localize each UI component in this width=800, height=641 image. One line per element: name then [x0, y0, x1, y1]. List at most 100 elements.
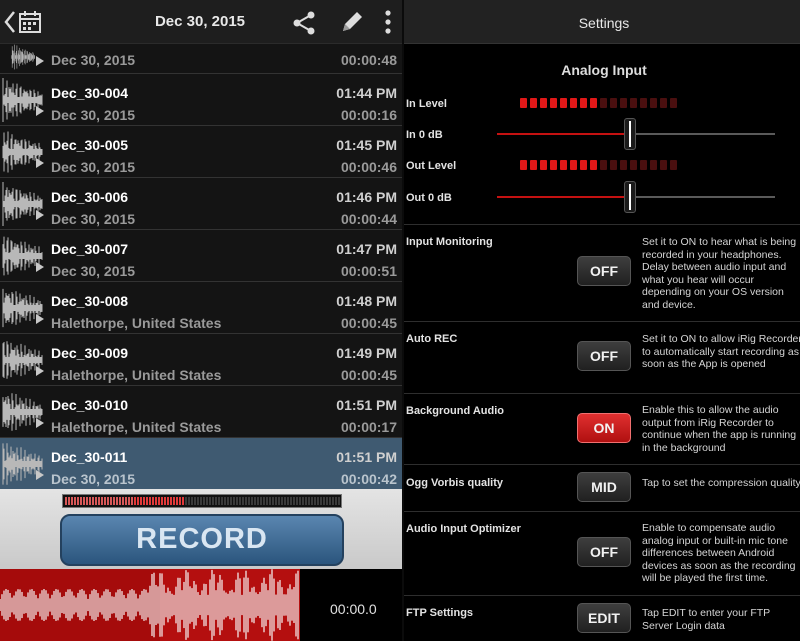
- waveform-graphic: [0, 569, 299, 641]
- divider: [404, 511, 800, 512]
- recording-row[interactable]: Dec_30-004 Dec 30, 2015 01:44 PM 00:00:16: [0, 74, 404, 126]
- meter-segment: [224, 497, 226, 505]
- meter-segment: [260, 497, 262, 505]
- level-led: [540, 160, 547, 170]
- meter-segment: [65, 497, 67, 505]
- out-gain-label: Out 0 dB: [406, 192, 452, 204]
- recording-name: Dec_30-010: [51, 397, 129, 413]
- play-icon[interactable]: [36, 418, 44, 428]
- meter-segment: [131, 497, 133, 505]
- meter-segment: [140, 497, 142, 505]
- meter-segment: [254, 497, 256, 505]
- play-icon[interactable]: [36, 158, 44, 168]
- meter-segment: [296, 497, 298, 505]
- setting-toggle-button[interactable]: OFF: [577, 341, 631, 371]
- setting-toggle-button[interactable]: MID: [577, 472, 631, 502]
- pencil-icon[interactable]: [339, 9, 365, 35]
- recording-row[interactable]: Dec_30-005 Dec 30, 2015 01:45 PM 00:00:46: [0, 126, 404, 178]
- recording-duration: 00:00:45: [340, 367, 397, 383]
- setting-toggle-button[interactable]: ON: [577, 413, 631, 443]
- recording-duration: 00:00:45: [340, 315, 397, 331]
- recording-name: Dec_30-009: [51, 345, 129, 361]
- setting-toggle-button[interactable]: EDIT: [577, 603, 631, 633]
- recording-time: 01:45 PM: [336, 137, 397, 153]
- level-led: [550, 160, 557, 170]
- level-led: [610, 98, 617, 108]
- meter-segment: [329, 497, 331, 505]
- meter-segment: [281, 497, 283, 505]
- meter-segment: [92, 497, 94, 505]
- meter-segment: [197, 497, 199, 505]
- meter-segment: [209, 497, 211, 505]
- meter-segment: [290, 497, 292, 505]
- play-icon[interactable]: [36, 106, 44, 116]
- meter-segment: [284, 497, 286, 505]
- share-icon[interactable]: [291, 10, 317, 36]
- meter-segment: [74, 497, 76, 505]
- recording-time: 01:51 PM: [336, 449, 397, 465]
- in-gain-slider[interactable]: [497, 118, 775, 150]
- meter-segment: [320, 497, 322, 505]
- setting-description: Set it to ON to allow iRig Recorder to a…: [642, 333, 800, 370]
- level-led: [590, 98, 597, 108]
- level-led: [520, 160, 527, 170]
- level-led: [670, 160, 677, 170]
- meter-segment: [179, 497, 181, 505]
- meter-segment: [308, 497, 310, 505]
- meter-segment: [86, 497, 88, 505]
- meter-segment: [302, 497, 304, 505]
- divider: [404, 224, 800, 225]
- settings-panel: Settings Analog Input In Level In 0 dB O…: [404, 0, 800, 641]
- play-icon[interactable]: [36, 210, 44, 220]
- setting-description: Tap to set the compression quality: [642, 477, 800, 489]
- setting-description: Enable this to allow the audio output fr…: [642, 404, 797, 454]
- play-icon[interactable]: [36, 470, 44, 480]
- recording-row[interactable]: Dec_30-009 Halethorpe, United States 01:49…: [0, 334, 404, 386]
- out-gain-slider[interactable]: [497, 181, 775, 213]
- out-gain-thumb[interactable]: [624, 181, 636, 213]
- in-level-meter: [520, 98, 677, 108]
- level-led: [640, 160, 647, 170]
- play-icon[interactable]: [36, 262, 44, 272]
- more-icon[interactable]: [383, 9, 393, 35]
- meter-segment: [248, 497, 250, 505]
- live-waveform: 00:00.0: [0, 569, 404, 641]
- recording-name: Dec_30-006: [51, 189, 129, 205]
- meter-segment: [128, 497, 130, 505]
- meter-segment: [98, 497, 100, 505]
- meter-segment: [89, 497, 91, 505]
- recording-row[interactable]: Dec_30-011 Dec 30, 2015 01:51 PM 00:00:42: [0, 438, 404, 490]
- level-led: [530, 98, 537, 108]
- meter-segment: [200, 497, 202, 505]
- play-icon[interactable]: [36, 314, 44, 324]
- play-icon[interactable]: [36, 366, 44, 376]
- out-level-label: Out Level: [406, 160, 457, 172]
- level-led: [570, 98, 577, 108]
- setting-toggle-button[interactable]: OFF: [577, 537, 631, 567]
- recording-row[interactable]: Dec_30-007 Dec 30, 2015 01:47 PM 00:00:51: [0, 230, 404, 282]
- recording-subtitle: Halethorpe, United States: [51, 315, 222, 331]
- meter-segment: [338, 497, 340, 505]
- meter-segment: [194, 497, 196, 505]
- setting-toggle-button[interactable]: OFF: [577, 256, 631, 286]
- recording-row[interactable]: Dec_30-008 Halethorpe, United States 01:48…: [0, 282, 404, 334]
- setting-description: Enable to compensate audio analog input …: [642, 522, 796, 584]
- record-panel: RECORD: [0, 489, 404, 569]
- meter-segment: [182, 497, 184, 505]
- in-gain-thumb[interactable]: [624, 118, 636, 150]
- setting-label: Ogg Vorbis quality: [406, 477, 503, 489]
- recording-row[interactable]: Dec 30, 2015 00:00:48: [0, 44, 404, 74]
- level-led: [590, 160, 597, 170]
- recording-subtitle: Halethorpe, United States: [51, 419, 222, 435]
- level-led: [620, 98, 627, 108]
- recording-row[interactable]: Dec_30-006 Dec 30, 2015 01:46 PM 00:00:44: [0, 178, 404, 230]
- level-led: [640, 98, 647, 108]
- meter-segment: [161, 497, 163, 505]
- record-button[interactable]: RECORD: [60, 514, 344, 566]
- meter-segment: [113, 497, 115, 505]
- level-led: [630, 98, 637, 108]
- level-led: [560, 98, 567, 108]
- recording-row[interactable]: Dec_30-010 Halethorpe, United States 01:51…: [0, 386, 404, 438]
- meter-segment: [185, 497, 187, 505]
- play-icon[interactable]: [36, 56, 44, 66]
